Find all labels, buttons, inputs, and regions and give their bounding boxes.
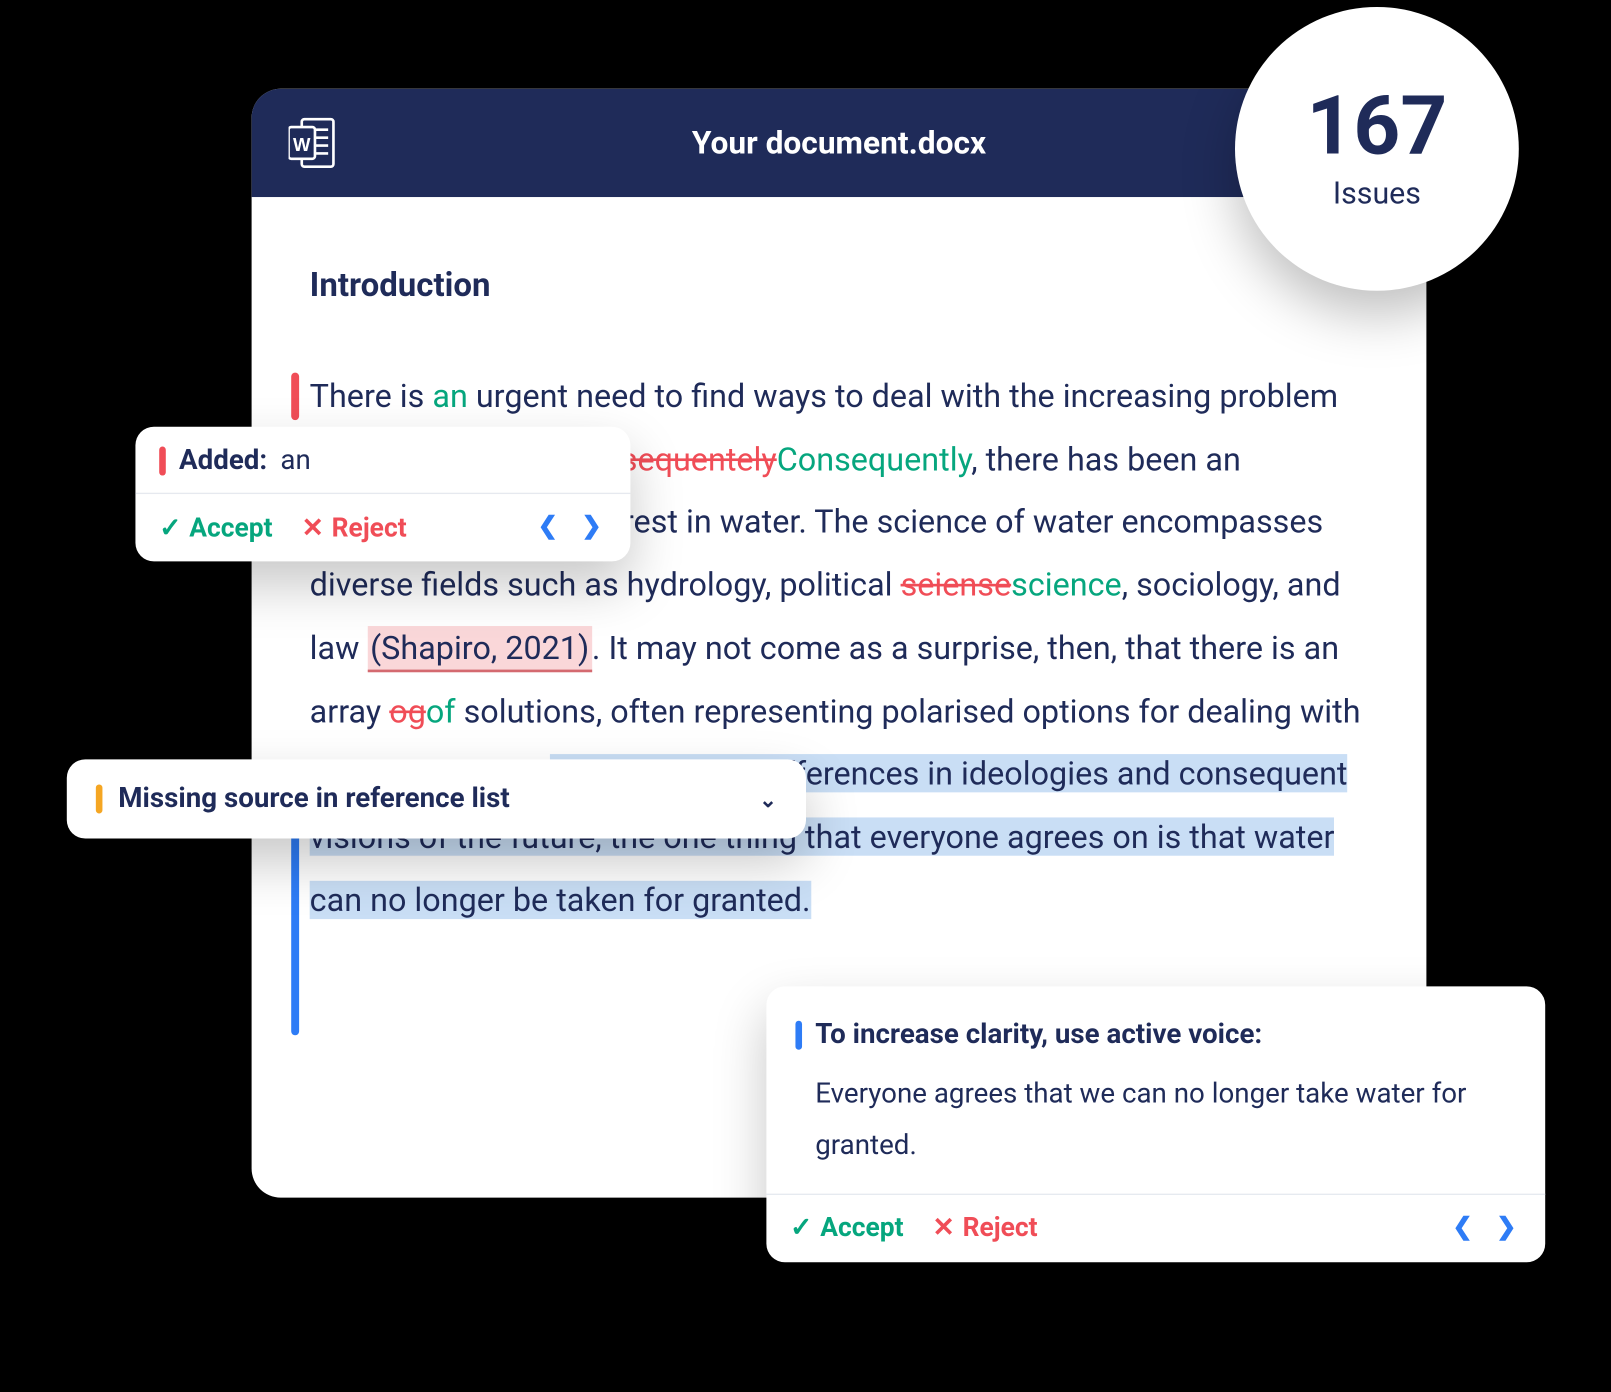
next-arrow[interactable]: ❯ (576, 510, 606, 543)
prev-arrow[interactable]: ❮ (532, 510, 562, 543)
issues-badge[interactable]: 167 Issues (1235, 7, 1519, 291)
popup-actions: Accept Reject ❮ ❯ (135, 494, 630, 561)
issues-label: Issues (1332, 176, 1420, 212)
deleted-text[interactable]: seiense (900, 565, 1011, 603)
check-icon (159, 511, 181, 543)
reject-button[interactable]: Reject (301, 511, 406, 543)
popup-added-word: Added: an Accept Reject ❮ ❯ (135, 427, 630, 562)
section-heading: Introduction (309, 255, 1368, 319)
next-arrow[interactable]: ❯ (1490, 1210, 1520, 1243)
reject-button[interactable]: Reject (932, 1211, 1037, 1243)
x-icon (301, 511, 323, 543)
popup-clarity: To increase clarity, use active voice: E… (766, 986, 1545, 1261)
ms-word-icon: W (288, 117, 336, 170)
inserted-text[interactable]: Consequently (776, 439, 970, 477)
document-filename: Your document.docx (691, 124, 985, 161)
popup-actions: Accept Reject ❮ ❯ (766, 1193, 1545, 1262)
text: There is (309, 376, 432, 414)
document-body: Introduction There is an urgent need to … (251, 197, 1426, 985)
inserted-text[interactable]: of (425, 691, 455, 729)
accept-label: Accept (189, 511, 272, 543)
inserted-text[interactable]: an (432, 376, 467, 414)
prev-arrow[interactable]: ❮ (1447, 1210, 1477, 1243)
reject-label: Reject (331, 511, 406, 543)
citation-highlight[interactable]: (Shapiro, 2021) (367, 626, 591, 672)
popup-label: Added: (178, 445, 266, 477)
change-marker-red (291, 372, 299, 420)
marker-icon (159, 447, 166, 476)
popup-suggestion: Everyone agrees that we can no longer ta… (795, 1069, 1516, 1172)
x-icon (932, 1211, 954, 1243)
popup-word: an (280, 445, 310, 477)
deleted-text[interactable]: og (389, 691, 426, 729)
marker-icon (795, 1021, 802, 1050)
accept-button[interactable]: Accept (159, 511, 272, 543)
popup-title: To increase clarity, use active voice: (815, 1010, 1262, 1061)
inserted-text[interactable]: science (1011, 565, 1122, 603)
popup-header: Added: an (135, 427, 630, 494)
popup-body: To increase clarity, use active voice: E… (766, 986, 1545, 1193)
check-icon (790, 1211, 812, 1243)
accept-button[interactable]: Accept (790, 1211, 903, 1243)
chevron-down-icon: ⌄ (759, 786, 777, 811)
popup-missing-source[interactable]: Missing source in reference list ⌄ (66, 759, 805, 838)
accept-label: Accept (820, 1211, 903, 1243)
marker-icon (95, 784, 102, 813)
popup-text: Missing source in reference list (118, 783, 509, 815)
svg-text:W: W (293, 134, 311, 155)
issues-count: 167 (1306, 86, 1447, 168)
reject-label: Reject (962, 1211, 1037, 1243)
